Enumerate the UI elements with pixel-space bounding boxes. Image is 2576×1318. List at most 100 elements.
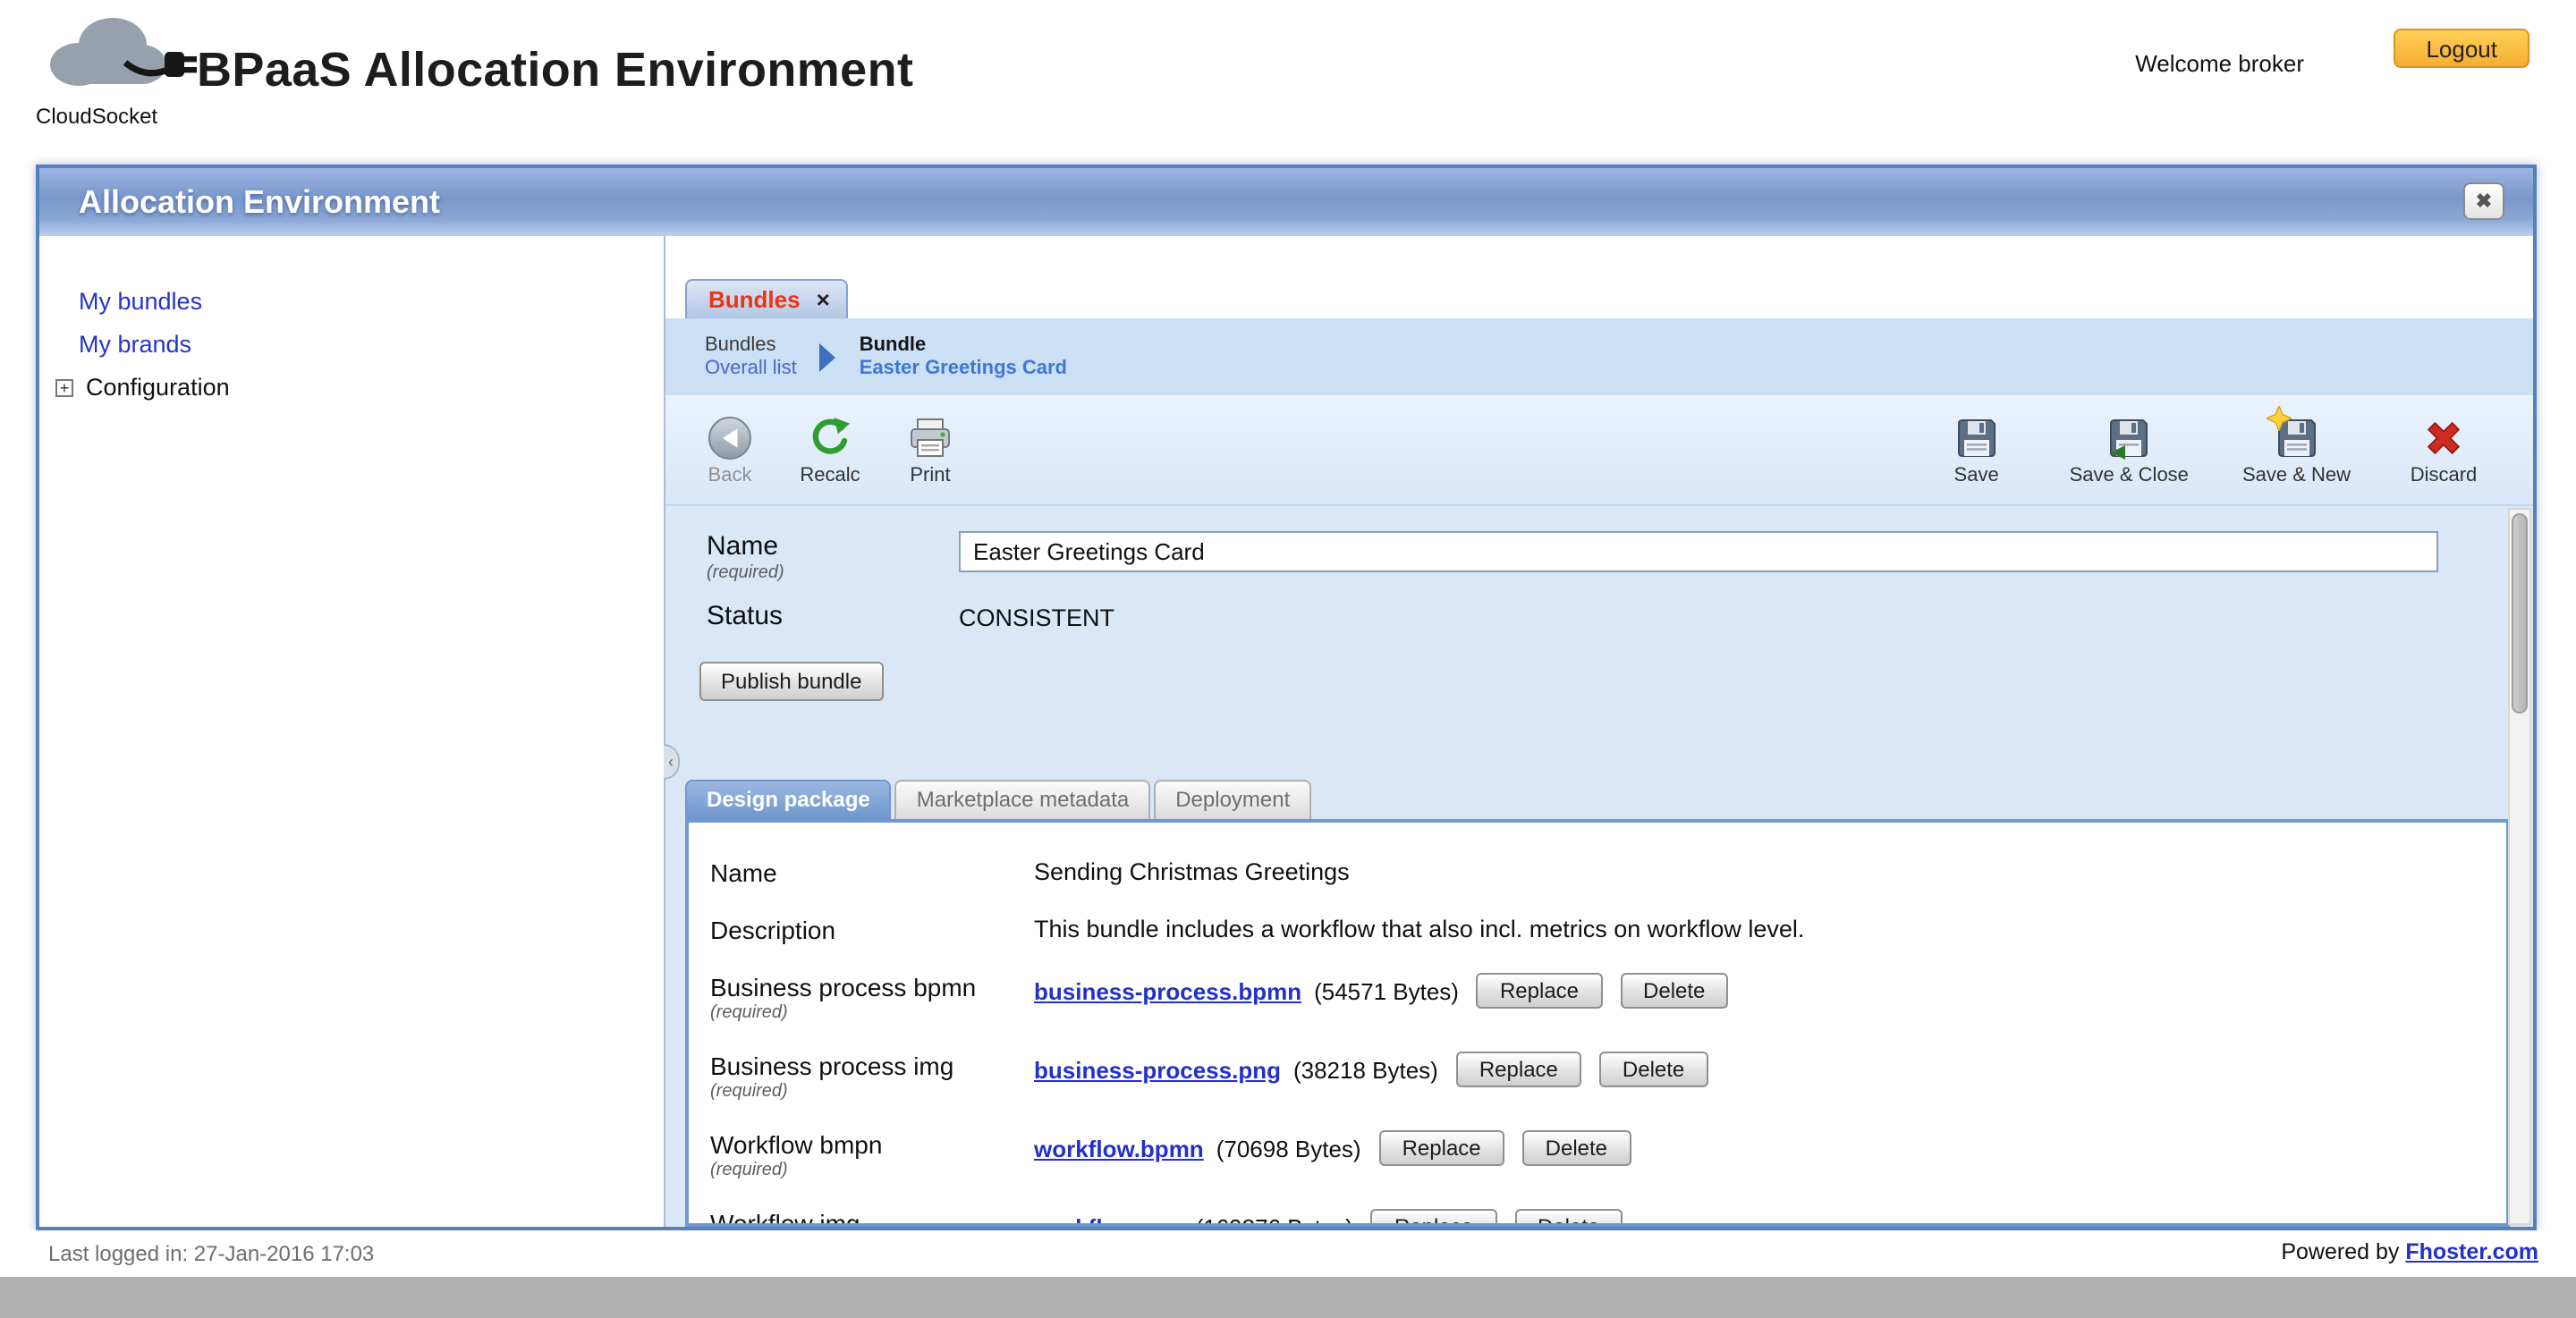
detail-tabs: Design package Marketplace metadata Depl… (685, 780, 2533, 819)
crumb-line1: Bundle (860, 334, 1067, 357)
breadcrumb-bundle-current[interactable]: Bundle Easter Greetings Card (860, 334, 1067, 380)
delete-button[interactable]: Delete (1599, 1052, 1707, 1087)
save-new-label: Save & New (2242, 464, 2351, 486)
delete-button[interactable]: Delete (1522, 1130, 1631, 1166)
window-body: My bundles My brands + Configuration Bun… (39, 236, 2533, 1227)
logo-caption: CloudSocket (32, 104, 204, 129)
save-new-icon (2273, 414, 2319, 460)
file-size: (70698 Bytes) (1216, 1135, 1361, 1162)
cloudsocket-logo: CloudSocket (32, 5, 204, 129)
page-footer: Last logged in: 27-Jan-2016 17:03 Powere… (0, 1230, 2576, 1277)
file-link[interactable]: business-process.png (1034, 1056, 1281, 1083)
recalc-icon (807, 414, 853, 460)
bundle-form: Name (required) Status CONSISTENT Publis… (665, 506, 2533, 1227)
content-area: Bundles × Bundles Overall list Bundle Ea… (665, 236, 2533, 1227)
row-required-note: (required) (710, 1161, 1034, 1180)
save-button[interactable]: Save (1937, 414, 2016, 486)
recalc-button[interactable]: Recalc (791, 414, 869, 486)
print-button[interactable]: Print (891, 414, 970, 486)
fhoster-link[interactable]: Fhoster.com (2405, 1239, 2538, 1264)
crumb-line2: Overall list (705, 357, 797, 380)
app-header: CloudSocket BPaaS Allocation Environment… (0, 0, 2576, 165)
row-label: Business process img (710, 1052, 1034, 1080)
status-value: CONSISTENT (959, 601, 1114, 631)
sidebar-item-my-bundles[interactable]: My bundles (79, 283, 664, 322)
scrollbar-thumb[interactable] (2512, 513, 2528, 714)
delete-button[interactable]: Delete (1514, 1209, 1623, 1227)
file-link[interactable]: workflow.png (1034, 1213, 1183, 1227)
name-required-note: (required) (707, 563, 959, 583)
sidebar-item-my-brands[interactable]: My brands (79, 325, 664, 365)
toolbar-right-group: Save (1937, 414, 2483, 486)
back-label: Back (708, 464, 752, 486)
breadcrumb-arrow-icon (820, 342, 836, 371)
discard-icon (2420, 414, 2467, 460)
row-required-note: (required) (710, 1082, 1034, 1102)
breadcrumb-bundles[interactable]: Bundles Overall list (705, 334, 797, 380)
file-link[interactable]: workflow.bpmn (1034, 1135, 1204, 1162)
name-row: Name (required) (707, 531, 2533, 583)
vertical-scrollbar[interactable] (2508, 508, 2531, 1225)
star-icon (2266, 405, 2291, 435)
delete-button[interactable]: Delete (1620, 973, 1728, 1009)
close-icon: ✖ (2476, 190, 2492, 213)
workflow-img-row: Workflow img workflow.png (169876 Bytes)… (710, 1209, 2506, 1227)
row-label: Business process bpmn (710, 973, 1034, 1001)
toolbar: Back Recalc (665, 395, 2533, 506)
recalc-label: Recalc (800, 464, 860, 486)
status-label: Status (707, 601, 959, 631)
bundle-name-input[interactable] (959, 531, 2438, 572)
replace-button[interactable]: Replace (1477, 973, 1602, 1009)
row-label: Description (710, 916, 1034, 944)
row-value: This bundle includes a workflow that als… (1034, 916, 1804, 942)
back-button[interactable]: Back (691, 414, 769, 486)
print-icon (907, 414, 953, 460)
row-label: Workflow bmpn (710, 1130, 1034, 1159)
bp-bpmn-row: Business process bpmn (required) busines… (710, 973, 2506, 1052)
bp-img-row: Business process img (required) business… (710, 1052, 2506, 1130)
tab-close-icon[interactable]: × (817, 289, 830, 310)
replace-button[interactable]: Replace (1371, 1209, 1496, 1227)
back-icon (707, 414, 753, 460)
publish-bundle-button[interactable]: Publish bundle (699, 662, 883, 701)
powered-by: Powered by Fhoster.com (2281, 1239, 2538, 1264)
logout-button[interactable]: Logout (2394, 29, 2529, 68)
window-header: Allocation Environment ✖ (39, 168, 2533, 236)
row-label: Name (710, 858, 1034, 887)
window-title: Allocation Environment (79, 183, 440, 221)
tab-bundles[interactable]: Bundles × (685, 279, 848, 318)
package-description-row: Description This bundle includes a workf… (710, 916, 2506, 973)
replace-button[interactable]: Replace (1456, 1052, 1581, 1087)
allocation-environment-window: Allocation Environment ✖ My bundles My b… (36, 165, 2537, 1230)
tab-deployment[interactable]: Deployment (1154, 780, 1311, 819)
save-label: Save (1954, 464, 1999, 486)
discard-button[interactable]: Discard (2404, 414, 2483, 486)
welcome-text: Welcome broker (2135, 50, 2304, 77)
configuration-label: Configuration (86, 368, 230, 408)
save-close-button[interactable]: Save & Close (2070, 414, 2189, 486)
save-icon (1953, 414, 2000, 460)
tab-design-package[interactable]: Design package (685, 780, 892, 819)
tab-marketplace-metadata[interactable]: Marketplace metadata (895, 780, 1150, 819)
file-size: (54571 Bytes) (1314, 977, 1459, 1004)
page: CloudSocket BPaaS Allocation Environment… (0, 0, 2576, 1318)
crumb-line1: Bundles (705, 334, 797, 357)
sidebar-item-configuration[interactable]: + Configuration (55, 368, 664, 408)
expand-plus-icon[interactable]: + (55, 379, 73, 397)
crumb-line2: Easter Greetings Card (860, 357, 1067, 380)
tab-bundles-label: Bundles (708, 286, 801, 313)
replace-button[interactable]: Replace (1379, 1130, 1504, 1166)
file-size: (169876 Bytes) (1196, 1213, 1353, 1227)
package-name-row: Name Sending Christmas Greetings (710, 858, 2506, 916)
design-package-panel: Name Sending Christmas Greetings Descrip… (685, 819, 2510, 1227)
sidebar: My bundles My brands + Configuration (39, 236, 665, 1227)
save-close-icon (2106, 414, 2152, 460)
row-label: Workflow img (710, 1209, 1034, 1227)
file-link[interactable]: business-process.bpmn (1034, 977, 1301, 1004)
breadcrumb: Bundles Overall list Bundle Easter Greet… (665, 318, 2533, 395)
window-close-button[interactable]: ✖ (2463, 182, 2504, 220)
workspace-tabstrip: Bundles × (665, 236, 2533, 318)
row-value: Sending Christmas Greetings (1034, 858, 1350, 885)
powered-by-text: Powered by (2281, 1239, 2399, 1264)
save-new-button[interactable]: Save & New (2242, 414, 2351, 486)
